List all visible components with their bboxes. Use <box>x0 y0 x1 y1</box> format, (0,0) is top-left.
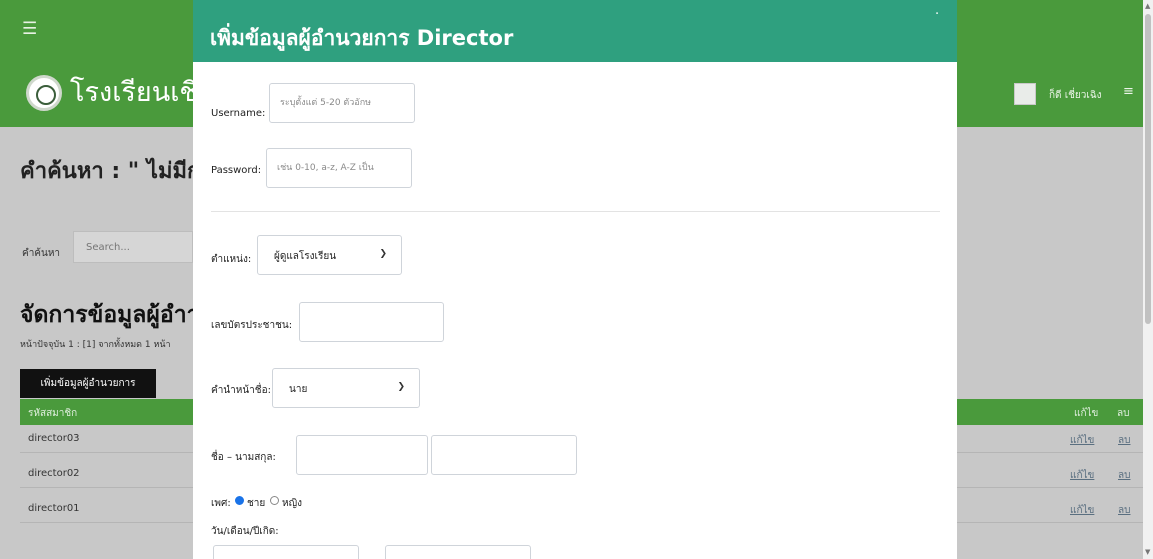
password-input[interactable] <box>266 148 412 188</box>
fullname-label: ชื่อ – นามสกุล: <box>211 452 276 463</box>
last-name-input[interactable] <box>431 435 577 475</box>
user-menu-icon[interactable]: ≡ <box>1123 84 1134 99</box>
id-card-label: เลขบัตรประชาชน: <box>211 320 293 331</box>
column-header-delete: ลบ <box>1117 408 1130 419</box>
position-label: ตำแหน่ง: <box>211 254 252 265</box>
username-label: Username: <box>211 108 266 119</box>
gender-male-radio[interactable] <box>235 496 244 505</box>
hamburger-icon[interactable]: ☰ <box>22 21 38 38</box>
user-name[interactable]: ก็ดี เชี่ยวเฉิง <box>1049 88 1102 103</box>
scroll-up-icon[interactable]: ▲ <box>1145 2 1150 10</box>
column-header-id: รหัสสมาชิก <box>28 408 78 419</box>
first-name-input[interactable] <box>296 435 428 475</box>
add-director-modal: เพิ่มข้อมูลผู้อำนวยการ Director · Userna… <box>193 0 957 559</box>
form-divider <box>211 211 940 212</box>
gender-male-label: ชาย <box>247 498 266 509</box>
delete-link[interactable]: ลบ <box>1118 503 1130 518</box>
search-result-heading: คำค้นหา : " ไม่มีก <box>20 159 201 184</box>
prefix-label: คำนำหน้าชื่อ: <box>211 385 271 396</box>
delete-link[interactable]: ลบ <box>1118 433 1130 448</box>
password-label: Password: <box>211 165 262 176</box>
edit-link[interactable]: แก้ไข <box>1070 468 1094 483</box>
search-label: คำค้นหา <box>22 248 61 259</box>
chevron-down-icon: ❯ <box>397 382 405 392</box>
gender-female-label: หญิง <box>282 498 302 509</box>
row-id: director02 <box>28 468 80 479</box>
chevron-down-icon: ❯ <box>379 249 387 259</box>
page-title: จัดการข้อมูลผู้อำา <box>20 302 200 328</box>
id-card-input[interactable] <box>299 302 444 342</box>
dob-month-input[interactable] <box>385 545 531 559</box>
close-icon[interactable]: · <box>935 8 939 21</box>
edit-link[interactable]: แก้ไข <box>1070 433 1094 448</box>
dob-label: วัน/เดือน/ปีเกิด: <box>211 526 279 537</box>
gender-label: เพศ: <box>211 498 231 509</box>
username-input[interactable] <box>269 83 415 123</box>
school-name: โรงเรียนเชี <box>70 77 198 108</box>
modal-header: เพิ่มข้อมูลผู้อำนวยการ Director · <box>193 0 957 62</box>
edit-link[interactable]: แก้ไข <box>1070 503 1094 518</box>
scroll-down-icon[interactable]: ▼ <box>1145 548 1150 556</box>
gender-female-radio[interactable] <box>270 496 279 505</box>
school-logo <box>26 75 62 111</box>
row-id: director03 <box>28 433 80 444</box>
prefix-select[interactable]: นาย ❯ <box>272 368 420 408</box>
search-input[interactable] <box>73 231 193 263</box>
column-header-edit: แก้ไข <box>1074 408 1099 419</box>
delete-link[interactable]: ลบ <box>1118 468 1130 483</box>
position-select[interactable]: ผู้ดูแลโรงเรียน ❯ <box>257 235 402 275</box>
add-director-button[interactable]: เพิ่มข้อมูลผู้อำนวยการ <box>20 369 156 398</box>
pagination-info: หน้าปัจจุบัน 1 : [1] จากทั้งหมด 1 หน้า <box>20 340 171 350</box>
modal-title: เพิ่มข้อมูลผู้อำนวยการ Director <box>210 26 514 50</box>
position-select-value: ผู้ดูแลโรงเรียน <box>274 251 337 262</box>
dob-day-input[interactable] <box>213 545 359 559</box>
prefix-select-value: นาย <box>289 384 308 395</box>
page-scrollbar[interactable]: ▲ ▼ <box>1143 0 1153 559</box>
scrollbar-thumb[interactable] <box>1145 14 1151 324</box>
avatar[interactable] <box>1014 83 1036 105</box>
row-id: director01 <box>28 503 80 514</box>
